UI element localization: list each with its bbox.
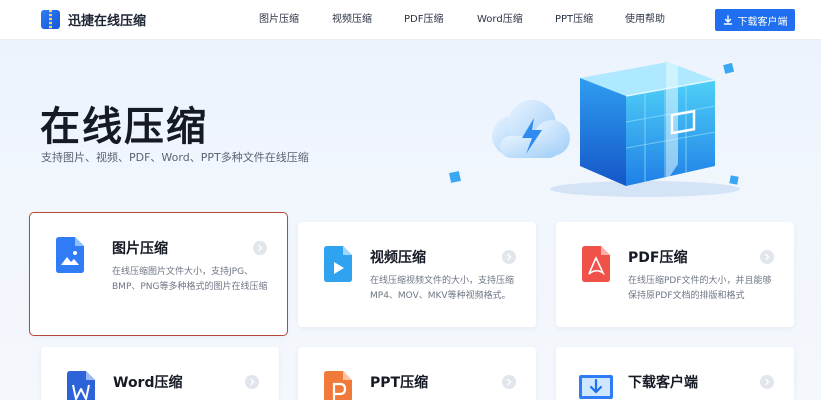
zip-logo-icon <box>41 10 60 29</box>
nav-video-compress[interactable]: 视频压缩 <box>332 0 372 40</box>
card-description: 在线压缩视频文件的大小，支持压缩MP4、MOV、MKV等种视频格式。 <box>370 276 515 301</box>
chevron-right-icon[interactable] <box>253 241 267 255</box>
download-client-label: 下载客户端 <box>737 16 788 28</box>
chevron-right-icon[interactable] <box>502 250 516 264</box>
logo-text: 迅捷在线压缩 <box>68 14 147 29</box>
page-subtitle: 支持图片、视频、PDF、Word、PPT多种文件在线压缩 <box>41 151 309 164</box>
card-ppt-compress[interactable]: PPT压缩 <box>298 347 536 400</box>
chevron-right-icon[interactable] <box>502 375 516 389</box>
nav-help[interactable]: 使用帮助 <box>625 0 665 40</box>
nav-pdf-compress[interactable]: PDF压缩 <box>404 0 443 40</box>
monitor-download-icon <box>579 375 613 399</box>
card-description: 在线压缩PDF文件的大小，并且能够保持原PDF文档的排版和格式 <box>628 276 772 301</box>
download-client-button[interactable]: 下载客户端 <box>715 9 795 31</box>
chevron-right-icon[interactable] <box>760 375 774 389</box>
ppt-file-icon <box>324 371 352 400</box>
image-file-icon <box>56 237 84 273</box>
card-video-compress[interactable]: 视频压缩 在线压缩视频文件的大小，支持压缩MP4、MOV、MKV等种视频格式。 <box>298 222 536 327</box>
card-word-compress[interactable]: Word压缩 <box>41 347 279 400</box>
chevron-right-icon[interactable] <box>245 375 259 389</box>
card-pdf-compress[interactable]: PDF压缩 在线压缩PDF文件的大小，并且能够保持原PDF文档的排版和格式 <box>556 222 794 327</box>
pdf-file-icon <box>582 246 610 282</box>
card-title: 下载客户端 <box>628 375 698 391</box>
card-download-client[interactable]: 下载客户端 <box>556 347 794 400</box>
top-navbar: 迅捷在线压缩 图片压缩 视频压缩 PDF压缩 Word压缩 PPT压缩 使用帮助… <box>0 0 821 40</box>
nav-word-compress[interactable]: Word压缩 <box>477 0 523 40</box>
logo[interactable]: 迅捷在线压缩 <box>41 10 146 29</box>
card-title: 图片压缩 <box>112 241 168 257</box>
nav-image-compress[interactable]: 图片压缩 <box>259 0 299 40</box>
video-file-icon <box>324 246 352 282</box>
card-title: PDF压缩 <box>628 250 688 266</box>
word-file-icon <box>67 371 95 400</box>
card-title: 视频压缩 <box>370 250 426 266</box>
download-icon <box>723 15 732 25</box>
chevron-right-icon[interactable] <box>760 250 774 264</box>
card-description: 在线压缩图片文件大小，支持JPG、BMP、PNG等多种格式的图片在线压缩 <box>112 267 268 292</box>
card-title: PPT压缩 <box>370 375 429 391</box>
card-image-compress[interactable]: 图片压缩 在线压缩图片文件大小，支持JPG、BMP、PNG等多种格式的图片在线压… <box>29 212 288 336</box>
card-title: Word压缩 <box>113 375 183 391</box>
page-title: 在线压缩 <box>40 104 208 150</box>
nav-ppt-compress[interactable]: PPT压缩 <box>555 0 593 40</box>
compression-cube-illustration <box>449 61 740 197</box>
